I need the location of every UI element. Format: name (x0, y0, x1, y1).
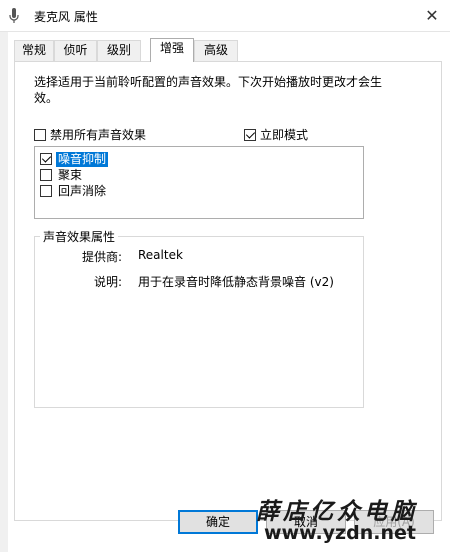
description-label: 说明: (93, 275, 122, 289)
provider-value: Realtek (138, 248, 183, 262)
ok-button[interactable]: 确定 (178, 510, 258, 534)
disable-all-effects-checkbox[interactable]: 禁用所有声音效果 (34, 126, 146, 143)
tab-general[interactable]: 常规 (14, 40, 54, 61)
watermark: 薛店亿众电脑 www.yzdn.net (256, 492, 446, 548)
close-button[interactable]: ✕ (414, 0, 450, 32)
checkbox-icon[interactable] (40, 169, 52, 181)
watermark-url: www.yzdn.net (264, 522, 416, 544)
immediate-mode-label: 立即模式 (260, 128, 309, 142)
watermark-text: 薛店亿众电脑 (256, 498, 418, 525)
tab-enhancements[interactable]: 增强 (150, 38, 194, 62)
checkbox-icon[interactable] (34, 128, 46, 141)
effect-label: 聚束 (58, 167, 83, 182)
effect-label: 回声消除 (58, 183, 107, 198)
immediate-mode-checkbox[interactable]: 立即模式 (244, 126, 308, 143)
enhancements-description: 选择适用于当前聆听配置的声音效果。下次开始播放时更改才会生 效。 (34, 74, 404, 106)
effect-item-noise-suppression[interactable]: 噪音抑制 (40, 151, 109, 167)
description-line-2: 效。 (34, 91, 59, 105)
effect-label: 噪音抑制 (56, 151, 109, 167)
window-title: 麦克风 属性 (34, 10, 98, 24)
disable-all-effects-label: 禁用所有声音效果 (50, 128, 147, 142)
close-icon: ✕ (425, 6, 439, 25)
tab-levels[interactable]: 级别 (97, 40, 141, 61)
checkbox-checked-icon[interactable] (40, 153, 52, 165)
microphone-icon (9, 8, 19, 23)
title-bar: 麦克风 属性 ✕ (0, 0, 450, 32)
description-line-1: 选择适用于当前聆听配置的声音效果。下次开始播放时更改才会生 (34, 75, 383, 89)
checkbox-checked-icon[interactable] (244, 128, 256, 141)
tab-advanced[interactable]: 高级 (194, 40, 238, 61)
provider-label: 提供商: (81, 250, 122, 264)
effect-item-echo-cancellation[interactable]: 回声消除 (40, 183, 108, 199)
tab-listen[interactable]: 侦听 (54, 40, 97, 61)
description-value: 用于在录音时降低静态背景噪音 (v2) (138, 275, 334, 289)
effect-properties-title: 声音效果属性 (40, 228, 119, 245)
checkbox-icon[interactable] (40, 185, 52, 197)
background-window-edge (0, 32, 8, 552)
effects-list[interactable]: 噪音抑制 聚束 回声消除 (34, 146, 364, 219)
effect-item-beamforming[interactable]: 聚束 (40, 167, 84, 183)
